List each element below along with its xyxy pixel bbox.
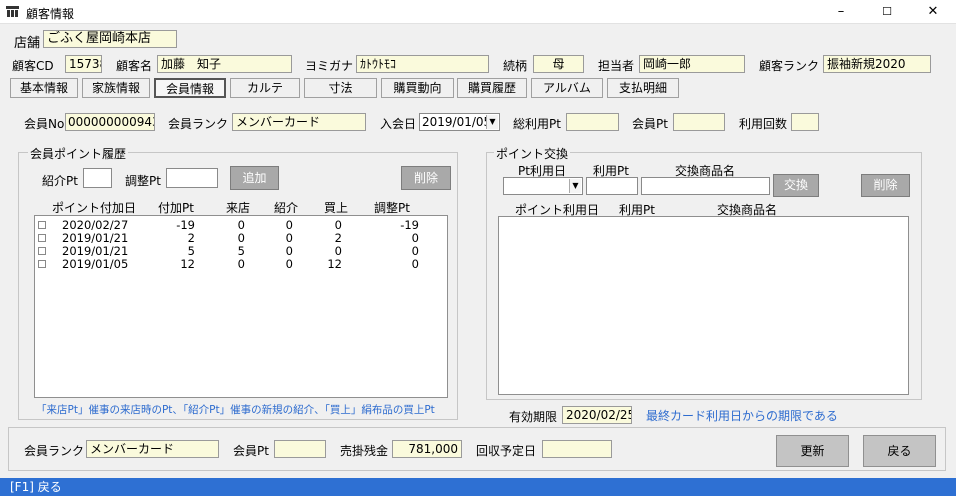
kana-label: ヨミガナ [305, 59, 354, 73]
balance-field: 781,000 [392, 440, 462, 458]
col-added-pt: 付加Pt [158, 201, 194, 215]
store-field: ごふく屋岡崎本店 [43, 30, 177, 48]
customer-name-field: 加藤 知子 [157, 55, 292, 73]
tab-purchase-trend[interactable]: 購買動向 [381, 78, 454, 98]
member-no-label: 会員No [24, 117, 65, 131]
tab-member-info[interactable]: 会員情報 [154, 78, 226, 98]
customer-rank-label: 顧客ランク [759, 59, 820, 73]
status-bar: [F1] 戻る [0, 478, 956, 496]
join-date-value: 2019/01/05 [422, 115, 492, 129]
member-pt-field [673, 113, 725, 131]
join-date-dropdown[interactable]: 2019/01/05 ▼ [419, 113, 500, 131]
col-referral: 紹介 [274, 201, 299, 215]
exchange-button[interactable]: 交換 [773, 174, 819, 197]
member-rank-field: メンバーカード [232, 113, 366, 131]
expiry-label: 有効期限 [509, 410, 558, 424]
customer-rank-field: 振袖新規2020 [823, 55, 931, 73]
member-rank-label: 会員ランク [168, 117, 229, 131]
row-checkbox[interactable] [38, 221, 46, 229]
total-pt-label: 総利用Pt [513, 117, 561, 131]
member-pt-label: 会員Pt [632, 117, 668, 131]
chevron-down-icon[interactable]: ▼ [569, 179, 581, 193]
col-point-date: ポイント付加日 [52, 201, 137, 215]
tab-chart[interactable]: カルテ [230, 78, 300, 98]
intro-pt-input[interactable] [83, 168, 112, 188]
point-history-title: 会員ポイント履歴 [28, 145, 129, 162]
kana-field: ｶﾄｳﾄﾓｺ [356, 55, 489, 73]
member-no-field: 0000000009430 [65, 113, 155, 131]
customer-cd-label: 顧客CD [12, 59, 54, 73]
relation-field: 母 [533, 55, 584, 73]
point-exchange-list[interactable] [498, 216, 909, 395]
col-visit: 来店 [226, 201, 251, 215]
footer-pt-label: 会員Pt [233, 444, 269, 458]
tab-measurements[interactable]: 寸法 [304, 78, 377, 98]
row-checkbox[interactable] [38, 247, 46, 255]
balance-label: 売掛残金 [340, 444, 389, 458]
intro-pt-label: 紹介Pt [42, 174, 78, 188]
chevron-down-icon[interactable]: ▼ [486, 115, 498, 129]
col-adjust-pt: 調整Pt [374, 201, 410, 215]
relation-label: 続柄 [503, 59, 528, 73]
footer-rank-label: 会員ランク [24, 444, 85, 458]
tab-payment-details[interactable]: 支払明細 [607, 78, 679, 98]
row-checkbox[interactable] [38, 260, 46, 268]
tab-basic-info[interactable]: 基本情報 [10, 78, 78, 98]
collect-date-field [542, 440, 612, 458]
tab-album[interactable]: アルバム [531, 78, 603, 98]
staff-field: 岡崎一郎 [639, 55, 745, 73]
window-title: 顧客情報 [26, 7, 75, 21]
tab-purchase-history[interactable]: 購買履歴 [457, 78, 527, 98]
expiry-field: 2020/02/25 [562, 406, 632, 424]
exchange-delete-button[interactable]: 削除 [861, 174, 910, 197]
update-button[interactable]: 更新 [776, 435, 849, 467]
staff-label: 担当者 [598, 59, 635, 73]
row-checkbox[interactable] [38, 234, 46, 242]
adjust-pt-label: 調整Pt [125, 174, 161, 188]
add-button[interactable]: 追加 [230, 166, 279, 190]
collect-date-label: 回収予定日 [476, 444, 537, 458]
point-history-list[interactable]: 2020/02/27 -19 0 0 0 -19 2019/01/21 2 0 … [34, 215, 448, 398]
customer-cd-field: 15738 [65, 55, 102, 73]
app-grid-icon [6, 6, 19, 17]
exchange-item-input[interactable] [641, 177, 770, 195]
adjust-pt-input[interactable] [166, 168, 218, 188]
total-pt-field [566, 113, 619, 131]
table-row[interactable]: 2019/01/05 12 0 0 12 0 [35, 258, 445, 271]
use-count-label: 利用回数 [739, 117, 788, 131]
history-note: 「来店Pt」催事の来店時のPt、「紹介Pt」催事の新規の紹介、「買上」絹布品の買… [36, 404, 435, 416]
pt-use-date-dropdown[interactable]: ▼ [503, 177, 583, 195]
customer-name-label: 顧客名 [116, 59, 153, 73]
store-label: 店舗 [14, 36, 41, 51]
maximize-button[interactable]: ☐ [864, 0, 910, 24]
history-delete-button[interactable]: 削除 [401, 166, 451, 190]
point-exchange-title: ポイント交換 [494, 145, 571, 162]
tab-family-info[interactable]: 家族情報 [82, 78, 150, 98]
col-purchase: 買上 [324, 201, 349, 215]
minimize-button[interactable]: – [818, 0, 864, 24]
footer-pt-field [274, 440, 326, 458]
use-count-field [791, 113, 819, 131]
join-date-label: 入会日 [380, 117, 417, 131]
expiry-note: 最終カード利用日からの期限である [646, 409, 838, 423]
footer-rank-field: メンバーカード [86, 440, 219, 458]
use-pt-input[interactable] [586, 177, 638, 195]
back-button[interactable]: 戻る [863, 435, 936, 467]
close-button[interactable]: ✕ [910, 0, 956, 24]
title-bar: 顧客情報 – ☐ ✕ [0, 0, 956, 24]
